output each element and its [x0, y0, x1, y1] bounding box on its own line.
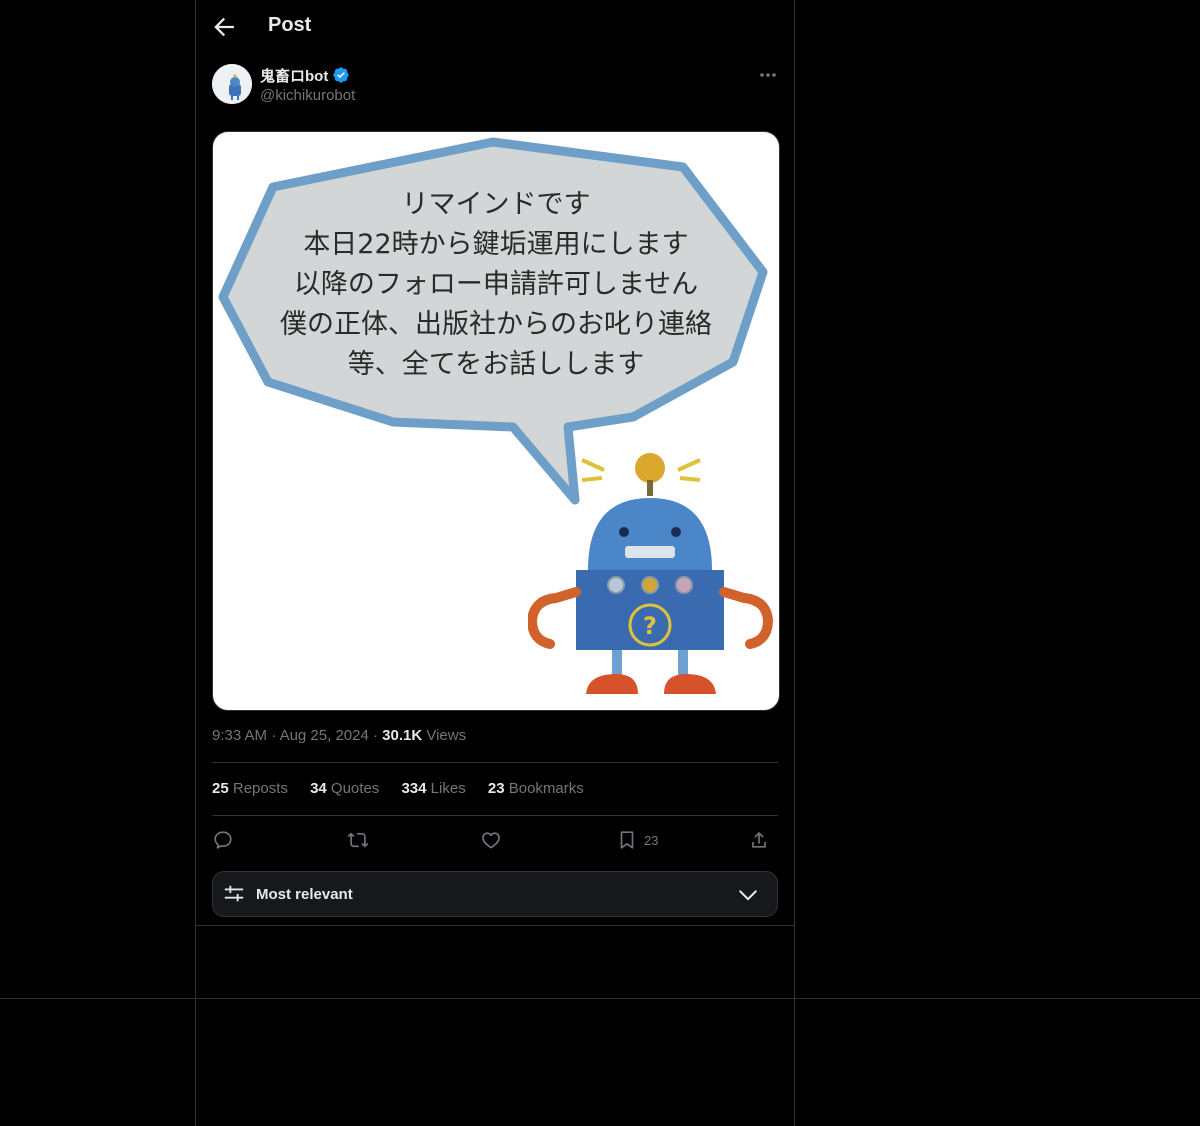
like-button[interactable] [480, 826, 502, 854]
filter-sliders-icon [224, 885, 244, 902]
meta-separator: · [372, 727, 378, 744]
verified-badge-icon [333, 67, 349, 83]
avatar[interactable] [212, 64, 252, 104]
repost-button[interactable] [346, 826, 370, 854]
bookmarks-count: 23 [487, 780, 505, 797]
share-button[interactable] [748, 826, 770, 854]
page-header: Post [196, 0, 794, 54]
bookmark-count: 23 [644, 832, 659, 848]
post-stats: 25 Reposts 34 Quotes 334 Likes 23 Bookma… [212, 780, 602, 797]
page-title: Post [268, 14, 312, 36]
reply-button[interactable] [212, 826, 234, 854]
share-icon [752, 831, 766, 848]
meta-separator: · [271, 727, 277, 744]
divider [212, 762, 778, 763]
reposts-count: 25 [212, 780, 229, 797]
likes-label: Likes [430, 780, 466, 797]
reposts-label: Reposts [232, 780, 288, 797]
author-handle[interactable]: @kichikurobot [260, 87, 355, 104]
views-count: 30.1K [382, 727, 423, 744]
reposts-stat[interactable]: 25 Reposts [212, 780, 288, 797]
robot-avatar-icon [212, 64, 252, 104]
robot-illustration: ? [528, 453, 774, 694]
post-time[interactable]: 9:33 AM [212, 727, 267, 744]
reply-sort-dropdown[interactable]: Most relevant [212, 871, 778, 917]
bookmarks-stat[interactable]: 23 Bookmarks [488, 780, 584, 797]
sort-label: Most relevant [256, 886, 353, 903]
more-options-icon[interactable] [754, 64, 782, 86]
image-text: リマインドです 本日22時から鍵垢運用にします 以降のフォロー申請許可しません … [213, 185, 779, 385]
image-text-line: 等、全てをお話しします [347, 349, 645, 380]
back-arrow-icon[interactable] [210, 13, 238, 41]
action-bar: 23 [212, 826, 778, 854]
bookmark-button[interactable]: 23 [616, 826, 658, 854]
likes-count: 334 [401, 780, 427, 797]
quotes-label: Quotes [330, 780, 380, 797]
reply-icon [214, 831, 232, 849]
post-date[interactable]: Aug 25, 2024 [280, 727, 369, 744]
bookmarks-label: Bookmarks [508, 780, 584, 797]
main-column: Post 鬼畜ロbot @kichikurobot ? リマインドです 本日22… [195, 0, 795, 1126]
quotes-stat[interactable]: 34 Quotes [310, 780, 379, 797]
divider [212, 815, 778, 816]
image-text-line: リマインドです [401, 189, 591, 220]
divider [196, 925, 794, 926]
repost-icon [347, 832, 369, 848]
svg-text:?: ? [643, 612, 657, 640]
chevron-down-icon [739, 890, 757, 901]
image-text-line: 以降のフォロー申請許可しません [293, 269, 699, 300]
bookmark-icon [620, 831, 634, 849]
post-meta: 9:33 AM · Aug 25, 2024 · 30.1K Views [212, 727, 466, 744]
divider [0, 998, 1200, 999]
image-text-line: 僕の正体、出版社からのお叱り連絡 [280, 309, 712, 340]
views-label: Views [426, 727, 467, 744]
author-name[interactable]: 鬼畜ロbot [260, 65, 328, 86]
image-text-line: 本日22時から鍵垢運用にします [303, 229, 689, 260]
heart-icon [482, 832, 500, 849]
quotes-count: 34 [310, 780, 327, 797]
likes-stat[interactable]: 334 Likes [401, 780, 465, 797]
post-image[interactable]: ? リマインドです 本日22時から鍵垢運用にします 以降のフォロー申請許可しませ… [212, 131, 780, 711]
